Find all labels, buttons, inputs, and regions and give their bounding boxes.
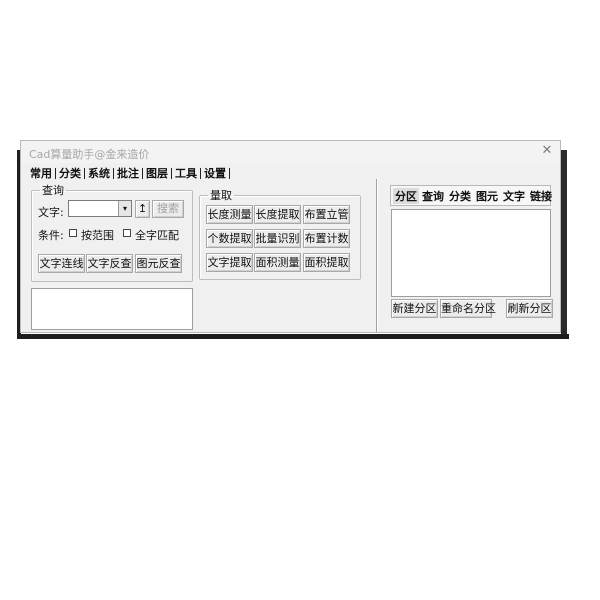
menu-layer[interactable]: 图层 bbox=[144, 165, 170, 181]
length-measure-button[interactable]: 长度测量 bbox=[206, 205, 253, 224]
place-riser-button[interactable]: 布置立管 bbox=[303, 205, 350, 224]
tab-classify[interactable]: 分类 bbox=[447, 188, 473, 204]
pin-up-button[interactable]: ↥ bbox=[135, 200, 150, 218]
tab-partition[interactable]: 分区 bbox=[393, 187, 419, 204]
menu-separator bbox=[142, 167, 143, 179]
window-shadow-bottom bbox=[17, 334, 569, 339]
menu-bar: 常用 分类 系统 批注 图层 工具 设置 bbox=[28, 166, 231, 180]
area-extract-button[interactable]: 面积提取 bbox=[303, 253, 350, 272]
area-measure-button[interactable]: 面积测量 bbox=[254, 253, 301, 272]
window-title: Cad算量助手@金来造价 bbox=[29, 148, 150, 161]
window-shadow-right bbox=[561, 150, 567, 338]
panel-divider bbox=[376, 179, 378, 332]
right-tab-strip: 分区 查询 分类 图元 文字 链接 bbox=[390, 185, 554, 206]
arrow-up-icon: ↥ bbox=[137, 202, 148, 215]
partition-list[interactable] bbox=[391, 209, 551, 297]
range-checkbox[interactable] bbox=[69, 229, 77, 237]
text-reverse-button[interactable]: 文字反查 bbox=[86, 254, 133, 273]
range-option-label: 按范围 bbox=[81, 229, 114, 242]
text-combobox[interactable]: ▾ bbox=[68, 200, 132, 217]
text-link-button[interactable]: 文字连线 bbox=[38, 254, 85, 273]
element-reverse-button[interactable]: 图元反查 bbox=[135, 254, 182, 273]
menu-tools[interactable]: 工具 bbox=[173, 165, 199, 181]
search-button[interactable]: 搜索 bbox=[152, 200, 184, 218]
menu-separator bbox=[200, 167, 201, 179]
place-count-button[interactable]: 布置计数 bbox=[303, 229, 350, 248]
query-result-list[interactable] bbox=[31, 288, 193, 330]
close-icon[interactable]: ✕ bbox=[539, 143, 555, 159]
batch-recognize-button[interactable]: 批量识别 bbox=[254, 229, 301, 248]
menu-annotate[interactable]: 批注 bbox=[115, 165, 141, 181]
menu-classify[interactable]: 分类 bbox=[57, 165, 83, 181]
condition-label: 条件: bbox=[38, 229, 64, 242]
full-match-checkbox[interactable] bbox=[123, 229, 131, 237]
menu-common[interactable]: 常用 bbox=[28, 165, 54, 181]
tab-element[interactable]: 图元 bbox=[474, 188, 500, 204]
query-legend: 查询 bbox=[42, 184, 64, 197]
menu-separator bbox=[55, 167, 56, 179]
text-extract-button[interactable]: 文字提取 bbox=[206, 253, 253, 272]
menu-separator bbox=[171, 167, 172, 179]
full-match-option-label: 全字匹配 bbox=[135, 229, 179, 242]
title-bar[interactable]: Cad算量助手@金来造价 ✕ bbox=[21, 141, 560, 163]
menu-separator bbox=[113, 167, 114, 179]
tab-link[interactable]: 链接 bbox=[528, 188, 554, 204]
refresh-partition-button[interactable]: 刷新分区 bbox=[506, 299, 553, 318]
measure-legend: 量取 bbox=[210, 189, 232, 202]
rename-partition-button[interactable]: 重命名分区 bbox=[440, 299, 496, 318]
menu-settings[interactable]: 设置 bbox=[202, 165, 228, 181]
text-label: 文字: bbox=[38, 206, 64, 219]
tab-query[interactable]: 查询 bbox=[420, 188, 446, 204]
chevron-down-icon[interactable]: ▾ bbox=[118, 201, 131, 216]
tab-text[interactable]: 文字 bbox=[501, 188, 527, 204]
new-partition-button[interactable]: 新建分区 bbox=[391, 299, 438, 318]
menu-separator bbox=[229, 167, 230, 179]
menu-separator bbox=[84, 167, 85, 179]
length-extract-button[interactable]: 长度提取 bbox=[254, 205, 301, 224]
cad-helper-window: Cad算量助手@金来造价 ✕ 常用 分类 系统 批注 图层 工具 设置 查询 文… bbox=[20, 140, 561, 333]
menu-system[interactable]: 系统 bbox=[86, 165, 112, 181]
count-extract-button[interactable]: 个数提取 bbox=[206, 229, 253, 248]
